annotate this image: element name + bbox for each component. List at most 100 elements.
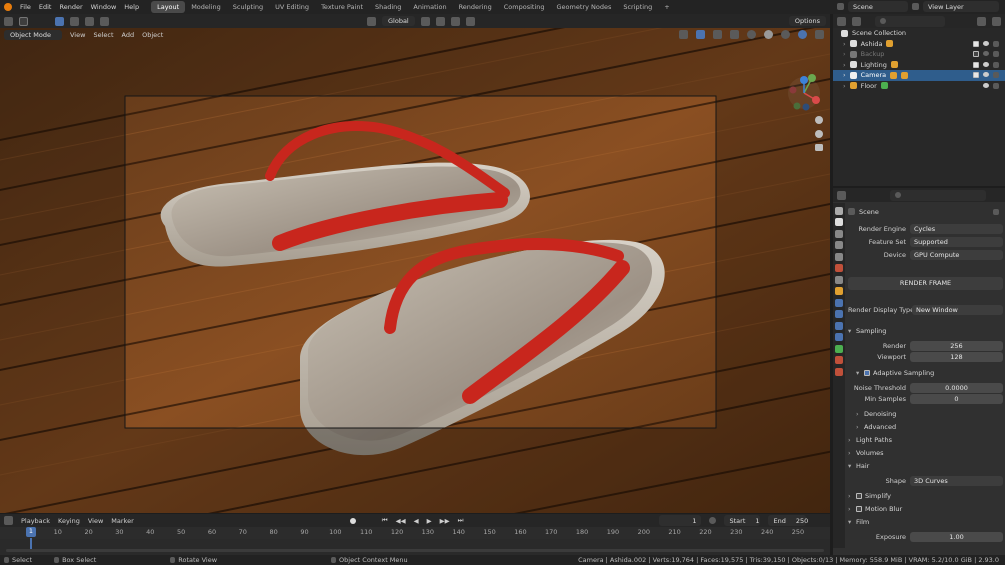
eye-icon[interactable] [983, 61, 989, 67]
outliner-editor-icon[interactable] [837, 16, 846, 26]
properties-editor-icon[interactable] [837, 190, 846, 200]
eye-icon[interactable] [983, 40, 989, 46]
shading-rendered-icon[interactable] [798, 30, 807, 39]
workspace-tab-uv-editing[interactable]: UV Editing [269, 1, 315, 13]
workspace-tab-layout[interactable]: Layout [151, 1, 186, 13]
workspace-tab-compositing[interactable]: Compositing [498, 1, 551, 13]
scene-tab-icon[interactable] [835, 252, 843, 261]
output-tab-icon[interactable] [835, 229, 843, 238]
outliner-item-lighting[interactable]: › Lighting [833, 60, 1005, 71]
render-frame-button[interactable]: RENDER FRAME [848, 276, 1003, 290]
world-tab-icon[interactable] [835, 264, 843, 272]
visibility-icon[interactable] [679, 30, 688, 39]
editor-type-icon[interactable] [4, 16, 13, 26]
view-layer-tab-icon[interactable] [835, 241, 843, 249]
menu-keying[interactable]: Keying [58, 517, 80, 525]
adaptive-sampling-checkbox[interactable] [864, 369, 870, 376]
include-checkbox[interactable] [973, 61, 979, 68]
render-engine-dropdown[interactable]: Cycles [910, 223, 1003, 234]
new-collection-icon[interactable] [992, 16, 1001, 26]
display-mode-icon[interactable] [852, 16, 861, 26]
menu-help[interactable]: Help [120, 3, 143, 11]
scene-selector[interactable]: Scene [848, 1, 908, 12]
physics-tab-icon[interactable] [835, 321, 843, 330]
data-tab-icon[interactable] [835, 344, 843, 353]
outliner-item-floor[interactable]: › Floor [833, 81, 1005, 92]
render-camera-icon[interactable] [993, 51, 999, 58]
workspace-tab-animation[interactable]: Animation [407, 1, 452, 13]
film-header[interactable]: ▾ Film [848, 516, 1003, 527]
select-mode-icon[interactable] [55, 16, 64, 26]
shading-wireframe-icon[interactable] [747, 30, 756, 39]
gizmo-toggle-icon[interactable] [696, 30, 705, 39]
outliner-item-backup[interactable]: › Backup [833, 49, 1005, 60]
xray-icon[interactable] [730, 30, 739, 39]
viewport-samples-field[interactable]: 128 [910, 351, 1003, 362]
outliner-scene-collection[interactable]: Scene Collection [833, 28, 1005, 39]
menu-render[interactable]: Render [55, 3, 86, 11]
min-samples-field[interactable]: 0 [910, 393, 1003, 404]
texture-tab-icon[interactable] [835, 367, 843, 376]
falloff-icon[interactable] [465, 16, 475, 26]
light-paths-header[interactable]: › Light Paths [848, 434, 1003, 445]
eye-icon[interactable] [983, 72, 989, 78]
collection-tab-icon[interactable] [835, 275, 843, 284]
snap-icon[interactable] [435, 16, 445, 26]
end-frame-field[interactable]: End 250 [768, 515, 808, 526]
volumes-header[interactable]: › Volumes [848, 447, 1003, 458]
menu-edit[interactable]: Edit [35, 3, 56, 11]
simplify-header[interactable]: › Simplify [848, 490, 1003, 501]
material-tab-icon[interactable] [835, 356, 843, 364]
play-icon[interactable]: ▶ [427, 517, 432, 525]
motion-blur-checkbox[interactable] [856, 505, 862, 512]
workspace-tab-modeling[interactable]: Modeling [185, 1, 227, 13]
outliner-item-camera[interactable]: › Camera [833, 70, 1005, 81]
menu-file[interactable]: File [16, 3, 35, 11]
workspace-tab-texture-paint[interactable]: Texture Paint [315, 1, 369, 13]
feature-set-dropdown[interactable]: Supported [910, 236, 1003, 247]
workspace-tab-scripting[interactable]: Scripting [617, 1, 658, 13]
select-invert-icon[interactable] [100, 16, 109, 26]
menu-timeline-view[interactable]: View [88, 517, 103, 525]
select-extend-icon[interactable] [70, 16, 79, 26]
prev-keyframe-icon[interactable]: ◀◀ [396, 517, 406, 525]
render-camera-icon[interactable] [993, 72, 999, 79]
view-layer-selector[interactable]: View Layer [923, 1, 999, 12]
outliner-item-ashida[interactable]: › Ashida [833, 39, 1005, 50]
object-tab-icon[interactable] [835, 287, 843, 295]
include-checkbox[interactable] [973, 51, 979, 58]
current-frame-field[interactable]: 1 [659, 515, 702, 526]
shading-solid-icon[interactable] [764, 30, 773, 39]
menu-view[interactable]: View [70, 31, 85, 39]
workspace-tab-geometry-nodes[interactable]: Geometry Nodes [551, 1, 618, 13]
shading-options-icon[interactable] [815, 30, 824, 39]
overlay-toggle-icon[interactable] [713, 30, 722, 39]
particles-tab-icon[interactable] [835, 310, 843, 318]
workspace-tab-shading[interactable]: Shading [369, 1, 407, 13]
outliner-search-input[interactable] [875, 15, 945, 27]
workspace-tab-rendering[interactable]: Rendering [453, 1, 498, 13]
motion-blur-header[interactable]: › Motion Blur [848, 503, 1003, 514]
hair-header[interactable]: ▾ Hair [848, 460, 1003, 471]
object-mode-dropdown[interactable]: Object Mode [4, 29, 62, 40]
modifier-tab-icon[interactable] [835, 298, 843, 307]
noise-threshold-field[interactable]: 0.0000 [910, 382, 1003, 393]
exposure-field[interactable]: 1.00 [910, 531, 1003, 542]
blender-logo-icon[interactable] [4, 3, 12, 11]
workspace-tab-sculpting[interactable]: Sculpting [227, 1, 269, 13]
include-checkbox[interactable] [973, 40, 979, 47]
timeline-ruler[interactable]: 10 20 30 40 50 60 70 80 90 100 110 120 130 140 150 160 1… [0, 527, 830, 539]
menu-add[interactable]: Add [122, 31, 135, 39]
constraints-tab-icon[interactable] [835, 333, 843, 341]
eye-icon[interactable] [983, 82, 989, 88]
proportional-edit-icon[interactable] [450, 16, 460, 26]
device-dropdown[interactable]: GPU Compute [910, 249, 1003, 260]
denoising-header[interactable]: › Denoising [856, 408, 1005, 419]
jump-start-icon[interactable]: ⏮ [382, 516, 388, 525]
record-icon[interactable] [349, 517, 356, 524]
play-reverse-icon[interactable]: ◀ [414, 517, 419, 525]
filter-icon[interactable] [977, 16, 986, 26]
render-tab-icon[interactable] [835, 218, 843, 226]
playhead[interactable]: 1 [26, 527, 36, 537]
render-camera-icon[interactable] [993, 82, 999, 89]
